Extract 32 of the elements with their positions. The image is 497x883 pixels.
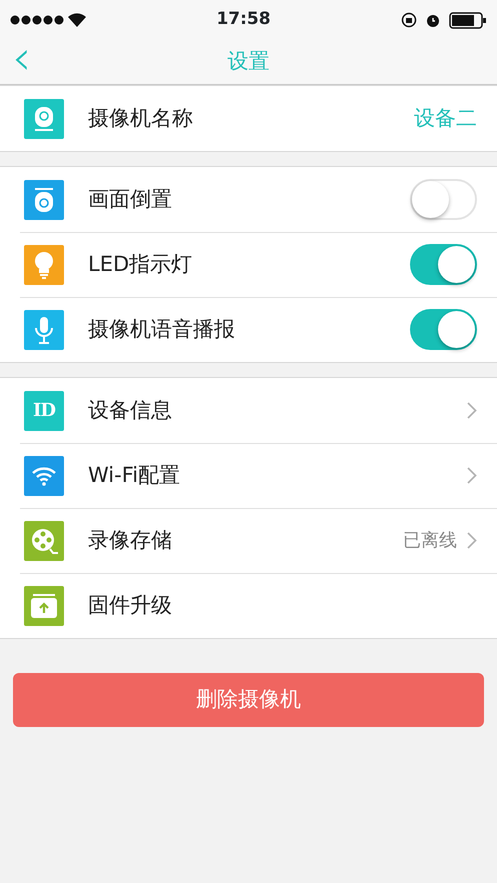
film-reel-icon	[30, 526, 58, 554]
microphone-icon	[33, 316, 55, 344]
alarm-icon	[425, 12, 441, 28]
delete-button[interactable]: 删除摄像机	[13, 673, 484, 727]
setting-label: LED指示灯	[88, 250, 194, 278]
wifi-icon	[68, 13, 86, 27]
status-text: 已离线	[403, 529, 457, 553]
status-time: 17:58	[216, 8, 271, 32]
setting-value: 设备二	[414, 104, 477, 132]
camera-icon	[33, 106, 55, 132]
back-button[interactable]: ‹	[8, 34, 36, 82]
chevron-icon	[467, 467, 477, 484]
setting-label: Wi-Fi配置	[88, 462, 182, 489]
setting-label: 摄像机语音播报	[88, 316, 236, 343]
signal-icon	[10, 15, 64, 25]
bulb-icon	[33, 250, 55, 278]
setting-label: 画面倒置	[88, 186, 173, 213]
battery-icon	[449, 12, 487, 28]
toggle-switch[interactable]	[410, 309, 477, 350]
wifi-icon	[32, 466, 56, 486]
upload-icon	[30, 592, 58, 618]
id-label: ID	[32, 399, 56, 423]
setting-label: 录像存储	[88, 526, 173, 554]
rotation-lock-icon	[401, 12, 417, 28]
toggle-switch[interactable]	[410, 244, 477, 285]
setting-label: 摄像机名称	[88, 104, 194, 132]
page-title: 设置	[228, 48, 270, 76]
setting-label: 固件升级	[88, 592, 173, 619]
setting-label: 设备信息	[88, 396, 173, 424]
camera-icon	[33, 186, 55, 212]
chevron-icon	[467, 532, 477, 549]
chevron-icon	[467, 402, 477, 419]
